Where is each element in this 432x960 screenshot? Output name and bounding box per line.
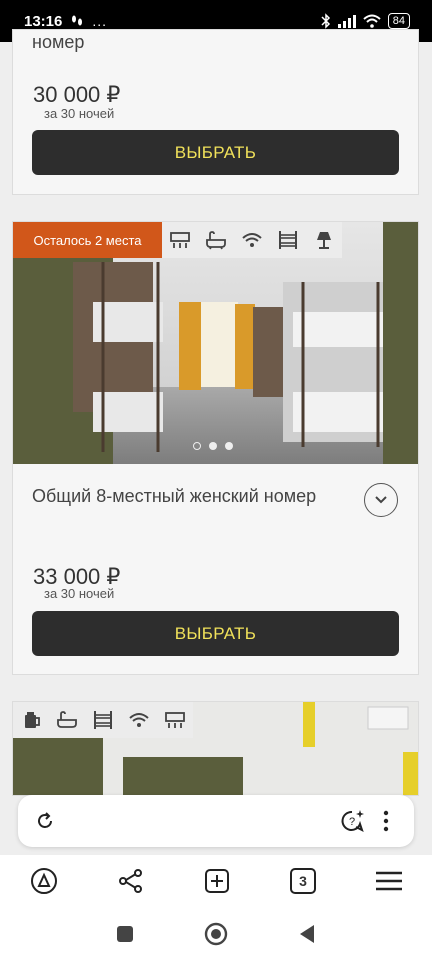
browser-toolbar: 3: [0, 855, 432, 907]
room-photo[interactable]: [13, 702, 418, 795]
amenities-bar: [162, 222, 342, 258]
ac-icon: [170, 232, 190, 248]
room-title: Общий 8-местный женский номер: [32, 486, 317, 506]
status-time: 13:16: [24, 12, 63, 30]
home-icon[interactable]: [204, 922, 228, 946]
bathtub-icon: [206, 231, 226, 250]
share-icon[interactable]: [118, 868, 144, 894]
recents-icon[interactable]: [116, 925, 134, 943]
back-icon[interactable]: [298, 924, 316, 944]
room-card-2: Осталось 2 места Общий 8-местный женский…: [13, 222, 418, 674]
reload-icon[interactable]: [34, 810, 56, 832]
room-card-3: [13, 702, 418, 795]
chevron-down-icon: [375, 496, 387, 504]
carousel-dot[interactable]: [193, 442, 201, 450]
battery-level: 84: [387, 13, 410, 29]
assistant-icon[interactable]: ?: [340, 808, 366, 834]
browser-address-bar: ?: [18, 795, 414, 847]
carousel-dot[interactable]: [225, 442, 233, 450]
signal-icon: [337, 15, 356, 28]
tabs-count-button[interactable]: 3: [290, 868, 316, 894]
expand-button[interactable]: [364, 483, 398, 517]
menu-icon[interactable]: [376, 871, 402, 891]
select-button[interactable]: ВЫБРАТЬ: [32, 611, 399, 656]
wifi-icon: [129, 713, 149, 727]
alice-assistant-icon[interactable]: [30, 867, 58, 895]
bunk-bed-icon: [279, 231, 297, 249]
bluetooth-icon: [321, 13, 330, 29]
footsteps-icon: [72, 15, 83, 26]
system-navigation: [0, 907, 432, 960]
ac-icon: [165, 712, 185, 728]
more-vertical-icon[interactable]: [383, 810, 389, 832]
availability-badge: Осталось 2 места: [13, 222, 162, 258]
amenities-bar: [13, 702, 193, 738]
room-price: 30 000 ₽: [33, 82, 121, 107]
kettle-icon: [25, 712, 40, 728]
carousel-dots: [193, 442, 233, 450]
room-card-1: номер 30 000 ₽ за 30 ночей ВЫБРАТЬ: [13, 30, 418, 194]
status-more: ...: [92, 13, 108, 29]
carousel-dot[interactable]: [209, 442, 217, 450]
room-price-period: за 30 ночей: [44, 106, 115, 121]
room-photo[interactable]: Осталось 2 места: [13, 222, 418, 464]
room-price-period: за 30 ночей: [44, 586, 115, 601]
bathtub-icon: [57, 711, 77, 728]
bunk-bed-icon: [94, 711, 112, 729]
room-title: номер: [32, 32, 85, 52]
svg-text:?: ?: [349, 816, 355, 828]
wifi-icon: [242, 233, 262, 247]
wifi-status-icon: [363, 14, 381, 28]
lamp-icon: [317, 232, 331, 249]
new-tab-icon[interactable]: [204, 868, 230, 894]
select-button[interactable]: ВЫБРАТЬ: [32, 130, 399, 175]
